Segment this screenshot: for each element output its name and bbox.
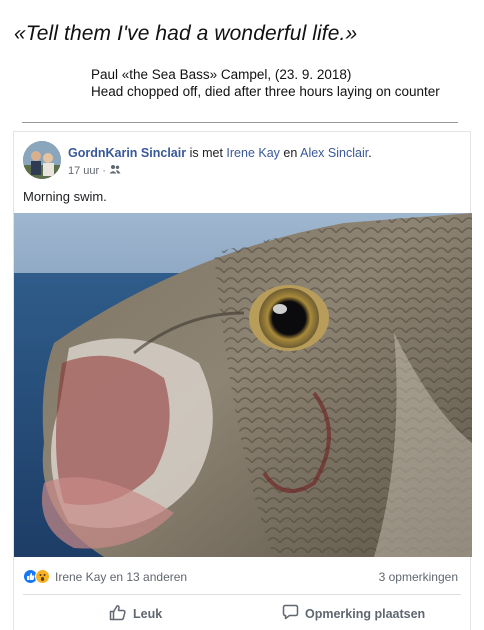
caption-line-1: Paul «the Sea Bass» Campel, (23. 9. 2018… xyxy=(91,67,352,82)
meta-separator: · xyxy=(102,164,106,177)
comments-count[interactable]: 3 opmerkingen xyxy=(379,570,458,584)
quote-text: «Tell them I've had a wonderful life.» xyxy=(14,22,358,45)
timestamp[interactable]: 17 uur xyxy=(68,165,99,177)
post-header: GordnKarin Sinclair is met Irene Kay en … xyxy=(68,146,372,160)
author-link[interactable]: GordnKarin Sinclair xyxy=(68,146,186,160)
divider-rule xyxy=(22,122,458,123)
reactors-text[interactable]: Irene Kay en 13 anderen xyxy=(55,570,187,584)
tag-irene-kay[interactable]: Irene Kay xyxy=(226,146,280,160)
like-button[interactable]: Leuk xyxy=(109,604,162,624)
post-photo[interactable] xyxy=(14,213,472,557)
post-text: Morning swim. xyxy=(23,189,107,204)
wow-reaction-icon xyxy=(35,569,50,584)
post-meta: 17 uur · xyxy=(68,164,121,177)
comment-bubble-icon xyxy=(282,604,299,623)
actions-divider xyxy=(23,594,461,595)
caption: Paul «the Sea Bass» Campel, (23. 9. 2018… xyxy=(91,66,481,100)
conjunction-text: en xyxy=(283,146,298,160)
tag-alex-sinclair[interactable]: Alex Sinclair xyxy=(300,146,368,160)
caption-line-2: Head chopped off, died after three hours… xyxy=(91,84,440,99)
avatar[interactable] xyxy=(23,141,61,179)
like-label: Leuk xyxy=(133,607,163,621)
thumbs-up-icon xyxy=(109,604,127,624)
with-text: is met xyxy=(189,146,223,160)
friends-icon[interactable] xyxy=(109,164,121,177)
reactions-summary[interactable]: Irene Kay en 13 anderen xyxy=(23,569,187,584)
comment-button[interactable]: Opmerking plaatsen xyxy=(282,604,425,623)
comment-label: Opmerking plaatsen xyxy=(305,606,426,621)
facebook-post: GordnKarin Sinclair is met Irene Kay en … xyxy=(13,131,472,630)
